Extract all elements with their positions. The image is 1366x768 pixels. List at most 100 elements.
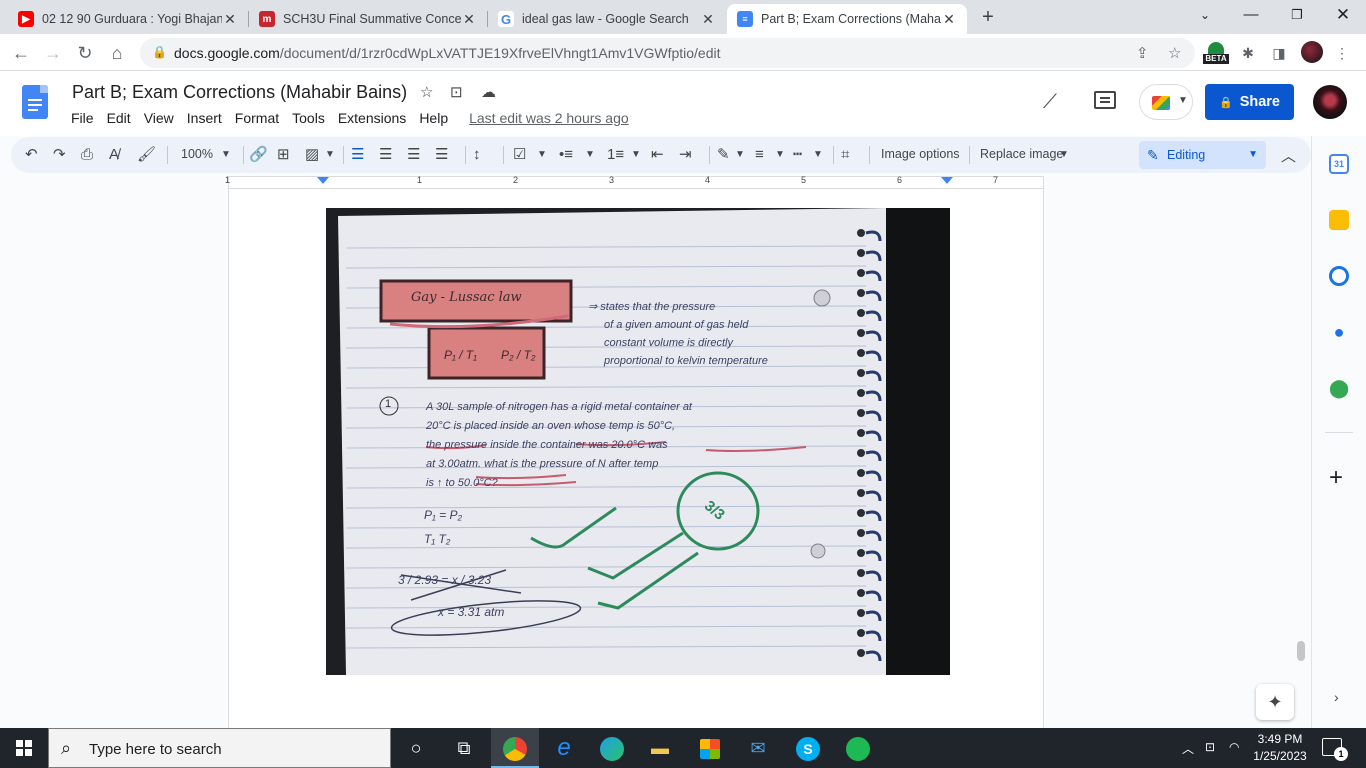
menu-tools[interactable]: Tools bbox=[292, 110, 325, 126]
close-icon[interactable]: ✕ bbox=[461, 11, 477, 28]
profile-avatar[interactable] bbox=[1301, 41, 1323, 63]
skype-icon[interactable]: S bbox=[784, 728, 832, 768]
chevron-down-icon[interactable]: ▼ bbox=[813, 145, 823, 165]
chevron-down-icon[interactable]: ▼ bbox=[221, 145, 231, 165]
browser-menu-icon[interactable]: ⋮ bbox=[1330, 41, 1354, 65]
taskbar-search-box[interactable]: ⌕ Type here to search bbox=[48, 728, 391, 768]
menu-view[interactable]: View bbox=[144, 110, 174, 126]
close-window-button[interactable]: ✕ bbox=[1320, 0, 1366, 30]
share-page-icon[interactable]: ⇪ bbox=[1136, 44, 1149, 62]
url-bar[interactable]: 🔒 docs.google.com/document/d/1rzr0cdWpLx… bbox=[140, 38, 1195, 68]
add-addon-icon[interactable]: + bbox=[1329, 464, 1343, 492]
store-icon[interactable] bbox=[686, 728, 734, 768]
right-indent-marker[interactable] bbox=[941, 177, 953, 184]
notifications-icon[interactable]: 1 bbox=[1322, 738, 1348, 761]
move-folder-icon[interactable]: ⊡ bbox=[450, 83, 463, 101]
cloud-saved-icon[interactable]: ☁ bbox=[481, 83, 496, 101]
calendar-icon[interactable]: 31 bbox=[1329, 154, 1349, 174]
chevron-down-icon[interactable]: ▼ bbox=[325, 145, 335, 165]
link-icon[interactable]: 🔗 bbox=[249, 145, 268, 165]
numbered-list-icon[interactable]: 1≡ bbox=[607, 145, 624, 165]
print-icon[interactable]: ⎙ bbox=[81, 145, 93, 165]
activity-dashboard-icon[interactable]: ⟋ bbox=[1043, 91, 1057, 114]
wifi-icon[interactable]: ◠ bbox=[1229, 740, 1239, 754]
align-center-icon[interactable]: ☰ bbox=[379, 145, 392, 165]
document-title[interactable]: Part B; Exam Corrections (Mahabir Bains) bbox=[72, 82, 407, 103]
comment-history-icon[interactable] bbox=[1094, 91, 1116, 109]
chevron-down-icon[interactable]: ▼ bbox=[735, 145, 745, 165]
close-icon[interactable]: ✕ bbox=[700, 11, 716, 28]
checklist-icon[interactable]: ☑ bbox=[513, 145, 526, 165]
forward-arrow-icon[interactable]: → bbox=[40, 40, 66, 66]
chevron-down-icon[interactable]: ▼ bbox=[775, 145, 785, 165]
tab-search-chevron-icon[interactable]: ⌄ bbox=[1182, 0, 1228, 30]
share-button[interactable]: 🔒 Share bbox=[1205, 84, 1294, 120]
decrease-indent-icon[interactable]: ⇤ bbox=[651, 145, 664, 165]
maps-pin-icon[interactable]: ⬤ bbox=[1329, 378, 1349, 398]
menu-help[interactable]: Help bbox=[419, 110, 448, 126]
border-dash-icon[interactable]: ┅ bbox=[793, 145, 802, 165]
hide-menus-chevron-up-icon[interactable]: ︿ bbox=[1281, 145, 1296, 166]
spellcheck-icon[interactable]: A̸ bbox=[109, 145, 119, 165]
keep-icon[interactable] bbox=[1329, 210, 1349, 230]
editing-mode-select[interactable]: ✎ Editing ▼ bbox=[1139, 141, 1266, 169]
zoom-select[interactable]: 100% bbox=[181, 147, 213, 161]
increase-indent-icon[interactable]: ⇥ bbox=[679, 145, 692, 165]
add-comment-icon[interactable]: ⊞ bbox=[277, 145, 290, 165]
cortana-icon[interactable]: ○ bbox=[392, 728, 440, 768]
show-hidden-icons-chevron-up-icon[interactable]: ︿ bbox=[1182, 740, 1194, 757]
tasks-icon[interactable] bbox=[1329, 266, 1349, 286]
mail-icon[interactable]: ✉ bbox=[734, 728, 782, 768]
close-icon[interactable]: ✕ bbox=[941, 11, 957, 28]
star-icon[interactable]: ☆ bbox=[420, 83, 433, 101]
extensions-puzzle-icon[interactable]: ✱ bbox=[1236, 41, 1260, 65]
browser-tab-docs[interactable]: ≡ Part B; Exam Corrections (Mahab ✕ bbox=[727, 4, 967, 34]
chevron-down-icon[interactable]: ▼ bbox=[537, 145, 547, 165]
internet-explorer-icon[interactable]: e bbox=[540, 728, 588, 768]
menu-extensions[interactable]: Extensions bbox=[338, 110, 406, 126]
back-arrow-icon[interactable]: ← bbox=[8, 40, 34, 66]
last-edit-link[interactable]: Last edit was 2 hours ago bbox=[469, 110, 629, 126]
crop-icon[interactable]: ⌗ bbox=[841, 145, 849, 165]
docs-home-logo-icon[interactable] bbox=[22, 85, 48, 119]
taskbar-clock[interactable]: 3:49 PM 1/25/2023 bbox=[1248, 731, 1312, 765]
spotify-icon[interactable] bbox=[834, 728, 882, 768]
task-view-icon[interactable]: ⧉ bbox=[440, 728, 488, 768]
border-weight-icon[interactable]: ≡ bbox=[755, 145, 764, 165]
menu-format[interactable]: Format bbox=[235, 110, 279, 126]
explore-sparkle-icon[interactable]: ✦ bbox=[1256, 684, 1294, 720]
beta-extension-icon[interactable]: BETA bbox=[1203, 42, 1229, 66]
replace-image-button[interactable]: Replace image bbox=[980, 147, 1063, 161]
menu-insert[interactable]: Insert bbox=[187, 110, 222, 126]
new-tab-button[interactable]: + bbox=[976, 6, 1000, 30]
chevron-down-icon[interactable]: ▼ bbox=[1059, 145, 1069, 165]
close-icon[interactable]: ✕ bbox=[222, 11, 238, 28]
meet-button[interactable]: ▼ bbox=[1139, 84, 1193, 120]
restore-button[interactable]: ❐ bbox=[1274, 0, 1320, 30]
file-explorer-icon[interactable]: ▬ bbox=[636, 728, 684, 768]
align-left-icon[interactable]: ☰ bbox=[351, 145, 364, 165]
bookmark-star-icon[interactable]: ☆ bbox=[1168, 44, 1181, 62]
contacts-icon[interactable]: ● bbox=[1329, 322, 1349, 342]
menu-file[interactable]: File bbox=[71, 110, 94, 126]
chevron-right-icon[interactable]: › bbox=[1334, 689, 1339, 705]
ruler[interactable]: 1 1 2 3 4 5 6 7 bbox=[0, 173, 1311, 189]
meet-now-icon[interactable]: ⊡ bbox=[1205, 740, 1215, 754]
reload-icon[interactable]: ↻ bbox=[72, 40, 98, 66]
chrome-taskbar-icon[interactable] bbox=[491, 728, 539, 768]
minimize-button[interactable]: — bbox=[1228, 0, 1274, 30]
paint-format-icon[interactable]: 🖌 bbox=[137, 145, 156, 165]
vertical-scrollbar-thumb[interactable] bbox=[1297, 641, 1305, 661]
undo-icon[interactable]: ↶ bbox=[25, 145, 38, 165]
browser-tab-sch3u[interactable]: m SCH3U Final Summative Concept ✕ bbox=[249, 4, 487, 34]
menu-edit[interactable]: Edit bbox=[107, 110, 131, 126]
notebook-photo[interactable]: Gay - Lussac law P₁ / T₁ P₂ / T₂ ⇒ state… bbox=[326, 208, 950, 675]
align-right-icon[interactable]: ☰ bbox=[407, 145, 420, 165]
side-panel-icon[interactable]: ◨ bbox=[1267, 41, 1291, 65]
chevron-down-icon[interactable]: ▼ bbox=[585, 145, 595, 165]
insert-image-icon[interactable]: ▨ bbox=[305, 145, 319, 165]
chevron-down-icon[interactable]: ▼ bbox=[631, 145, 641, 165]
account-avatar[interactable] bbox=[1313, 85, 1347, 119]
browser-tab-youtube[interactable]: ▶ 02 12 90 Gurduara : Yogi Bhajan - ✕ bbox=[8, 4, 248, 34]
image-options-button[interactable]: Image options bbox=[881, 147, 960, 161]
